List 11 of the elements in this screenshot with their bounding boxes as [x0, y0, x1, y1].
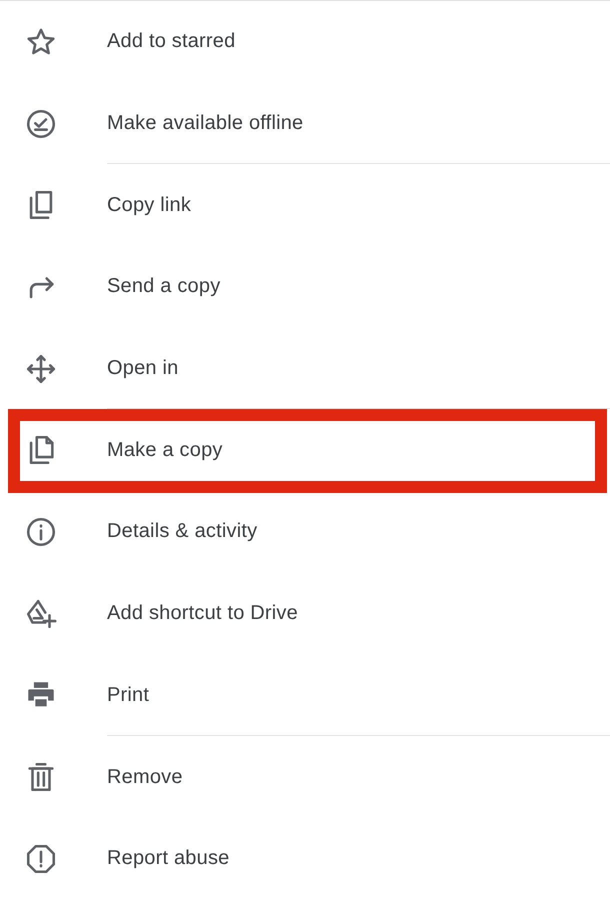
menu-item[interactable]: Make a copy: [107, 438, 223, 462]
menu-item[interactable]: Send a copy: [107, 275, 220, 298]
menu-item[interactable]: Details & activity: [107, 520, 258, 544]
menu-item[interactable]: Report abuse: [107, 847, 230, 870]
menu-item[interactable]: Make available offline: [107, 112, 304, 136]
menu-item[interactable]: Add to starred: [107, 30, 236, 54]
menu-item[interactable]: Print: [107, 684, 150, 707]
menu-item[interactable]: Add shortcut to Drive: [107, 602, 298, 626]
menu-item[interactable]: Open in: [107, 357, 178, 380]
menu-item[interactable]: Remove: [107, 766, 183, 789]
menu-item[interactable]: Copy link: [107, 194, 192, 217]
